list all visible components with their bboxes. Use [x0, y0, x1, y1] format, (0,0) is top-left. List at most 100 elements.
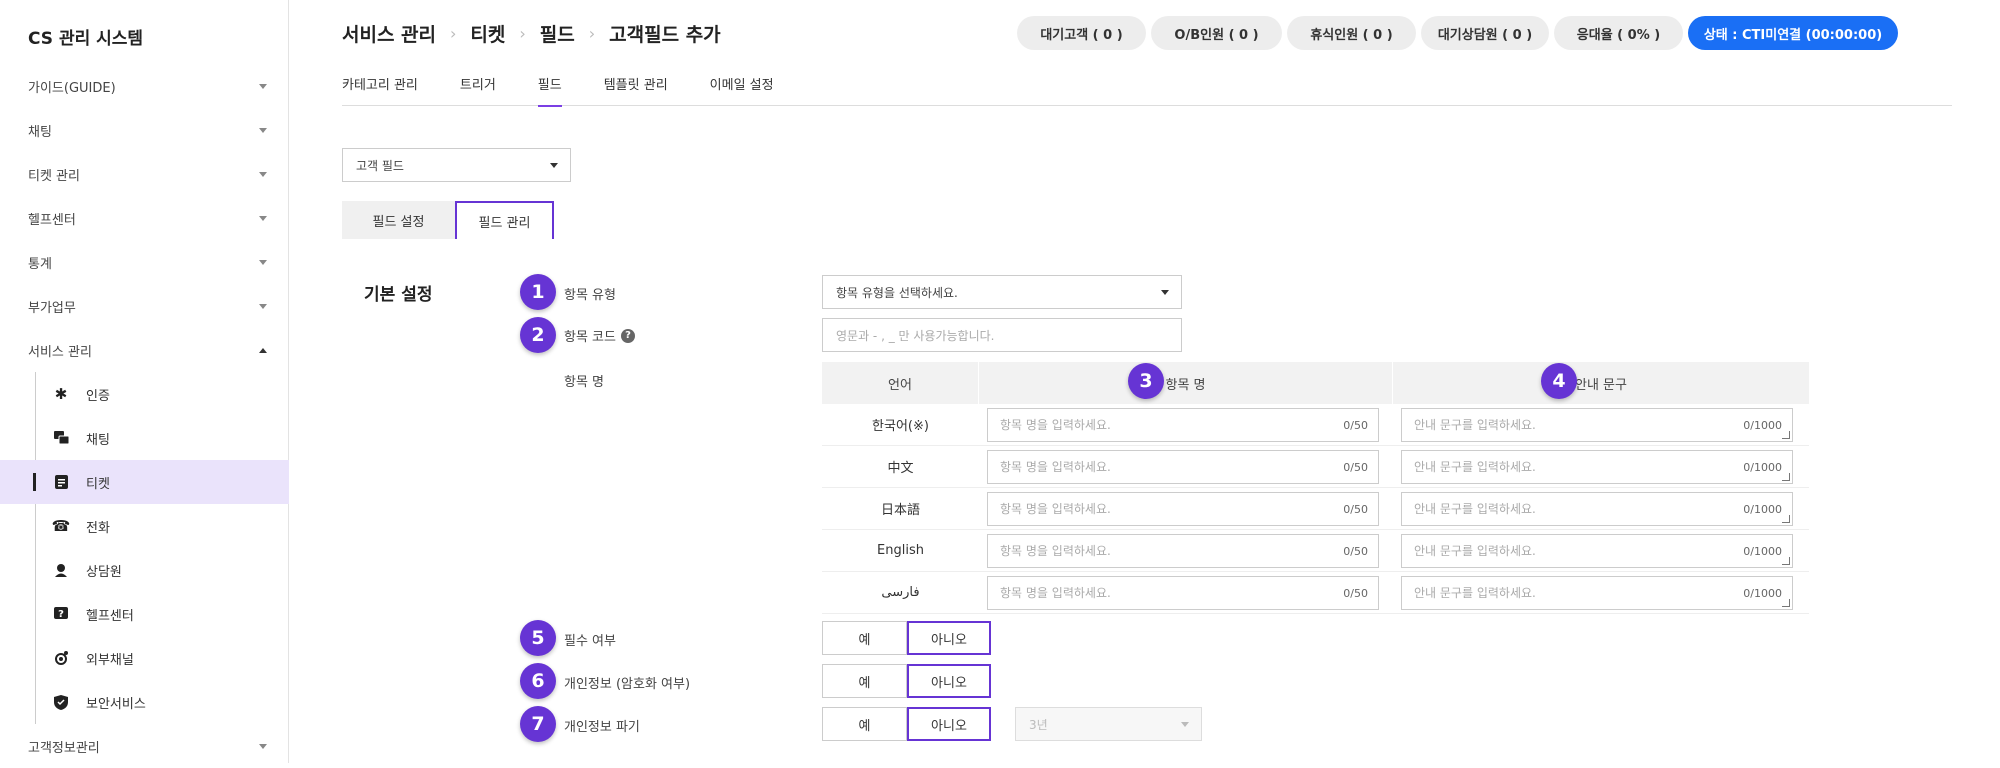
chevron-down-icon	[550, 163, 558, 168]
chevron-down-icon	[1161, 290, 1169, 295]
input-placeholder: 항목 명을 입력하세요.	[1000, 586, 1111, 600]
sidebar-item-label: 부가업무	[28, 300, 76, 316]
item-type-placeholder: 항목 유형을 선택하세요.	[836, 285, 958, 300]
guide-text-input[interactable]: 안내 문구를 입력하세요. 0/1000	[1401, 407, 1793, 442]
sidebar-subitem-label: 티켓	[86, 476, 110, 492]
resting-agents-badge: 휴식인원 ( 0 )	[1287, 16, 1416, 50]
field-type-select[interactable]: 고객 필드	[342, 148, 571, 182]
char-count: 0/1000	[1743, 502, 1782, 516]
breadcrumb-item[interactable]: 티켓	[470, 20, 505, 47]
tab-category-management[interactable]: 카테고리 관리	[342, 62, 418, 106]
resize-handle-icon[interactable]	[1782, 472, 1790, 481]
resize-handle-icon[interactable]	[1782, 430, 1790, 439]
sidebar-subitem-auth[interactable]: ✱ 인증	[0, 372, 289, 416]
sidebar-item-service-management[interactable]: 서비스 관리	[0, 328, 289, 372]
sidebar-subitem-security[interactable]: 보안서비스	[0, 680, 289, 724]
input-placeholder: 안내 문구를 입력하세요.	[1414, 460, 1536, 474]
sidebar-item-label: 고객정보관리	[28, 740, 100, 756]
item-name-input[interactable]: 항목 명을 입력하세요. 0/50	[987, 575, 1379, 610]
tab-template-management[interactable]: 템플릿 관리	[604, 62, 668, 106]
tab-email-settings[interactable]: 이메일 설정	[710, 62, 774, 106]
tab-field[interactable]: 필드	[537, 62, 562, 107]
sidebar-subitem-external-channel[interactable]: 외부채널	[0, 636, 289, 680]
step-badge-5: 5	[520, 620, 556, 656]
sidebar-subitem-help-center[interactable]: ? 헬프센터	[0, 592, 289, 636]
sidebar-item-label: 서비스 관리	[28, 344, 92, 360]
language-cell: 中文	[887, 461, 914, 476]
destroy-no-button[interactable]: 아니오	[907, 707, 991, 741]
privacy-label: 개인정보 (암호화 여부)	[564, 677, 691, 692]
sidebar-subitem-phone[interactable]: ☎ 전화	[0, 504, 289, 548]
sidebar-item-chat[interactable]: 채팅	[0, 108, 289, 152]
sidebar-item-statistics[interactable]: 통계	[0, 240, 289, 284]
sidebar-item-help-center[interactable]: 헬프센터	[0, 196, 289, 240]
sidebar-subitem-chat[interactable]: 채팅	[0, 416, 289, 460]
sidebar-subitem-ticket[interactable]: 티켓	[0, 460, 289, 504]
sidebar-item-additional-work[interactable]: 부가업무	[0, 284, 289, 328]
privacy-yes-button[interactable]: 예	[822, 664, 907, 698]
subtab-field-management[interactable]: 필드 관리	[455, 201, 554, 239]
breadcrumb-item[interactable]: 필드	[540, 20, 575, 47]
destroy-yes-button[interactable]: 예	[822, 707, 907, 741]
breadcrumb-item[interactable]: 서비스 관리	[342, 20, 436, 47]
chevron-down-icon	[259, 743, 267, 749]
breadcrumb-current: 고객필드 추가	[609, 24, 721, 46]
language-cell: فارسی	[881, 585, 920, 600]
table-row: English 항목 명을 입력하세요. 0/50 안내 문구를 입력하세요. 0/…	[822, 530, 1809, 572]
privacy-no-button[interactable]: 아니오	[907, 664, 991, 698]
required-yes-button[interactable]: 예	[822, 621, 907, 655]
subtab-field-settings[interactable]: 필드 설정	[342, 201, 455, 239]
external-channel-icon	[52, 649, 70, 667]
tab-trigger[interactable]: 트리거	[460, 62, 496, 106]
ticket-icon	[52, 473, 70, 491]
item-name-input[interactable]: 항목 명을 입력하세요. 0/50	[987, 533, 1379, 568]
help-icon[interactable]: ?	[620, 328, 635, 343]
header-item-name: 항목 명	[979, 362, 1393, 404]
guide-text-input[interactable]: 안내 문구를 입력하세요. 0/1000	[1401, 533, 1793, 568]
char-count: 0/50	[1343, 418, 1368, 432]
char-count: 0/1000	[1743, 460, 1782, 474]
sidebar-item-ticket-management[interactable]: 티켓 관리	[0, 152, 289, 196]
input-placeholder: 항목 명을 입력하세요.	[1000, 502, 1111, 516]
sidebar-item-guide[interactable]: 가이드(GUIDE)	[0, 64, 289, 108]
app-title: CS 관리 시스템	[28, 29, 144, 49]
field-type-value: 고객 필드	[356, 158, 404, 173]
char-count: 0/1000	[1743, 544, 1782, 558]
active-indicator	[33, 473, 36, 491]
input-placeholder: 항목 명을 입력하세요.	[1000, 544, 1111, 558]
waiting-customers-badge: 대기고객 ( 0 )	[1017, 16, 1146, 50]
sidebar-item-label: 통계	[28, 256, 52, 272]
sidebar-subitem-agent[interactable]: 상담원	[0, 548, 289, 592]
sidebar-item-customer-info[interactable]: 고객정보관리	[0, 724, 289, 768]
item-name-input[interactable]: 항목 명을 입력하세요. 0/50	[987, 407, 1379, 442]
guide-text-input[interactable]: 안내 문구를 입력하세요. 0/1000	[1401, 575, 1793, 610]
required-no-button[interactable]: 아니오	[907, 621, 991, 655]
step-badge-1: 1	[520, 274, 556, 310]
cti-status-button[interactable]: 상태 : CTI미연결 (00:00:00)	[1688, 16, 1898, 50]
item-type-select[interactable]: 항목 유형을 선택하세요.	[822, 275, 1182, 309]
chevron-right-icon: ›	[450, 24, 457, 43]
retention-period-select[interactable]: 3년	[1015, 707, 1202, 741]
sidebar-item-label: 티켓 관리	[28, 168, 80, 184]
sidebar-subitem-label: 채팅	[86, 432, 110, 448]
item-name-input[interactable]: 항목 명을 입력하세요. 0/50	[987, 491, 1379, 526]
response-rate-badge: 응대율 ( 0% )	[1554, 16, 1683, 50]
item-code-input[interactable]: 영문과 - , _ 만 사용가능합니다.	[822, 318, 1182, 352]
step-badge-7: 7	[520, 706, 556, 742]
resize-handle-icon[interactable]	[1782, 556, 1790, 565]
step-badge-3: 3	[1128, 363, 1164, 399]
language-cell: English	[877, 543, 924, 558]
guide-text-input[interactable]: 안내 문구를 입력하세요. 0/1000	[1401, 491, 1793, 526]
resize-handle-icon[interactable]	[1782, 514, 1790, 523]
status-bar: 대기고객 ( 0 ) O/B인원 ( 0 ) 휴식인원 ( 0 ) 대기상담원 …	[1017, 16, 1898, 50]
chevron-down-icon	[259, 303, 267, 309]
sidebar-menu: 가이드(GUIDE) 채팅 티켓 관리 헬프센터 통계 부가업무 서비스 관리 …	[0, 64, 289, 768]
guide-text-input[interactable]: 안내 문구를 입력하세요. 0/1000	[1401, 449, 1793, 484]
item-name-input[interactable]: 항목 명을 입력하세요. 0/50	[987, 449, 1379, 484]
language-cell: 日本語	[880, 503, 920, 518]
table-row: 日本語 항목 명을 입력하세요. 0/50 안내 문구를 입력하세요. 0/1000	[822, 488, 1809, 530]
resize-handle-icon[interactable]	[1782, 598, 1790, 607]
input-placeholder: 안내 문구를 입력하세요.	[1414, 418, 1536, 432]
input-placeholder: 항목 명을 입력하세요.	[1000, 460, 1111, 474]
sidebar-subitem-label: 상담원	[86, 564, 122, 580]
